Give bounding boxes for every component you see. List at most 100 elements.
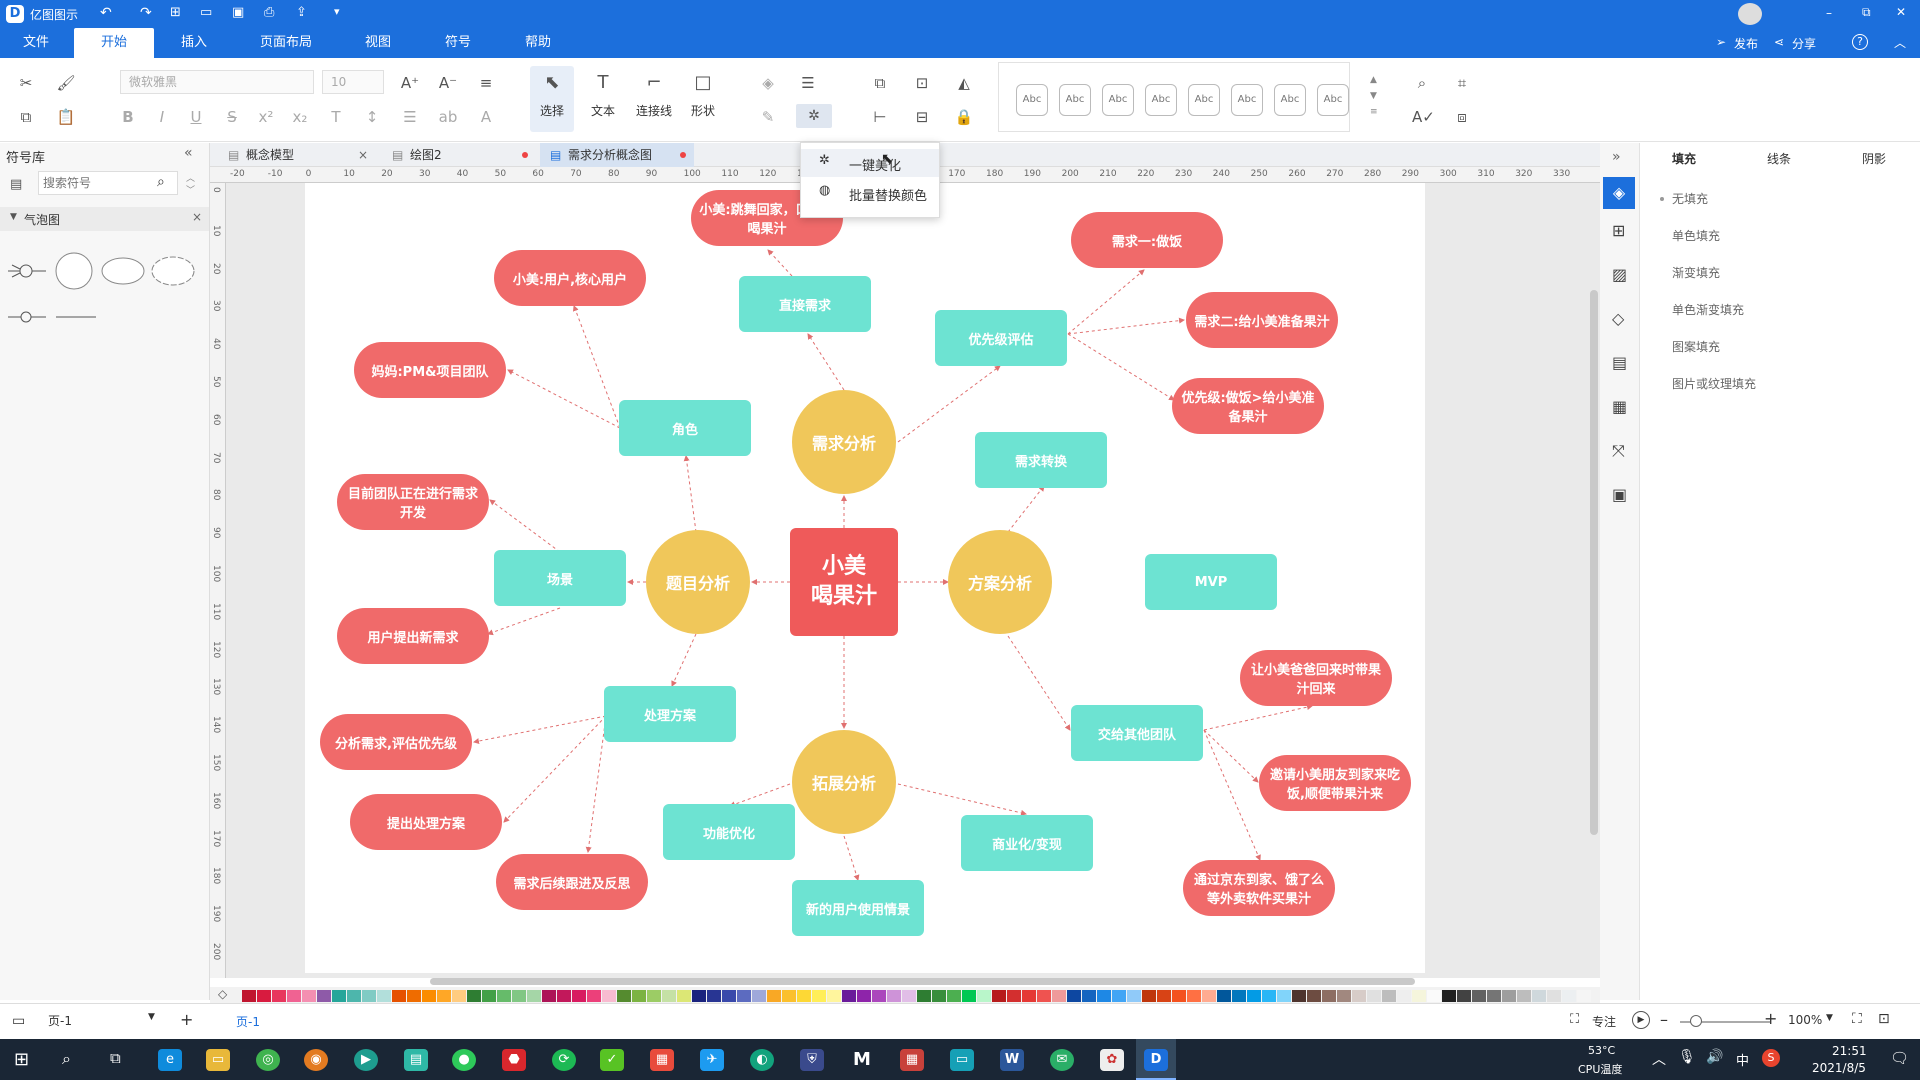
color-swatch[interactable] [947,990,961,1002]
format-painter-icon[interactable]: 🖌 [56,74,76,92]
color-swatch[interactable] [1382,990,1396,1002]
symbol-cloud[interactable] [150,253,196,289]
hub-topic-analysis[interactable]: 题目分析 [646,530,750,634]
symbol-bubble-connector[interactable] [4,257,48,285]
camera-app-icon[interactable]: ◐ [750,1049,774,1071]
text-case-icon[interactable]: ab [438,108,458,126]
node-user-new-need[interactable]: 用户提出新需求 [337,608,489,664]
line-spacing-icon[interactable]: ↕ [362,108,382,126]
color-swatch[interactable] [1262,990,1276,1002]
edraw-icon[interactable]: D [1144,1049,1168,1071]
expand-arrow-icon[interactable]: ▼ [10,212,17,222]
style-swatch[interactable]: Abc [1188,84,1220,116]
notification-icon[interactable]: 🗨 [1890,1049,1909,1067]
symbol-ellipse[interactable] [100,255,146,287]
file-explorer-icon[interactable]: ▭ [206,1049,230,1071]
color-swatch[interactable] [902,990,916,1002]
color-swatch[interactable] [1307,990,1321,1002]
line-color-icon[interactable]: ✎ [758,108,778,126]
flip-icon[interactable]: ◭ [954,74,974,92]
node-invite-friend[interactable]: 邀请小美朋友到家来吃饭,顺便带果汁来 [1259,755,1411,811]
node-direct-need[interactable]: 直接需求 [739,276,871,332]
color-swatch[interactable] [1112,990,1126,1002]
center-node[interactable]: 小美 喝果汁 [790,528,898,636]
replace-shape-icon[interactable]: ⧈ [1452,108,1472,126]
bullet-list-icon[interactable]: ☰ [400,108,420,126]
zoom-level[interactable]: 100% [1788,1013,1822,1027]
spell-check-icon[interactable]: A✓ [1412,108,1435,126]
style-swatch[interactable]: Abc [1274,84,1306,116]
select-tool-label[interactable]: 选择 [532,102,572,119]
shrink-font-icon[interactable]: A⁻ [438,74,458,92]
sogou-icon[interactable]: S [1762,1049,1780,1067]
color-swatch[interactable] [1157,990,1171,1002]
font-family-select[interactable]: 微软雅黑 [120,70,314,94]
redo-icon[interactable]: ↷ [140,5,152,21]
node-dad-bring-juice[interactable]: 让小美爸爸回来时带果汁回来 [1240,650,1392,706]
presentation-panel-icon[interactable]: ▣ [1612,485,1627,504]
color-swatch[interactable] [1037,990,1051,1002]
format-tab-line[interactable]: 线条 [1767,150,1791,167]
wechat-icon[interactable]: ✉ [1050,1049,1074,1071]
paste-icon[interactable]: 📋 [56,108,76,126]
copy-icon[interactable]: ⧉ [16,108,36,126]
fit-page-icon[interactable]: ⛶ [1852,1011,1862,1027]
hub-expansion-analysis[interactable]: 拓展分析 [792,730,896,834]
color-swatch[interactable] [347,990,361,1002]
user-avatar[interactable] [1738,3,1762,25]
color-swatch[interactable] [872,990,886,1002]
color-swatch[interactable] [1142,990,1156,1002]
color-swatch[interactable] [1022,990,1036,1002]
new-file-icon[interactable]: ⊞ [170,5,181,20]
node-propose-plan[interactable]: 提出处理方案 [350,794,502,850]
text-style-icon[interactable]: T [326,108,346,126]
node-analyze-need[interactable]: 分析需求,评估优先级 [320,714,472,770]
color-swatch[interactable] [407,990,421,1002]
page-thumbnail-icon[interactable]: ▭ [12,1013,25,1029]
windows-start-icon[interactable]: ⊞ [14,1049,29,1070]
recorder-icon[interactable]: ● [452,1049,476,1071]
color-swatch[interactable] [332,990,346,1002]
beautify-button-active[interactable]: ✲ [796,104,832,128]
zoom-slider-thumb[interactable] [1690,1015,1702,1027]
color-swatch[interactable] [992,990,1006,1002]
zoom-in-icon[interactable]: + [1764,1009,1777,1028]
color-swatch[interactable] [257,990,271,1002]
color-swatch[interactable] [1337,990,1351,1002]
color-swatch[interactable] [962,990,976,1002]
color-swatch[interactable] [1247,990,1261,1002]
bird-app-icon[interactable]: ✈ [700,1049,724,1071]
fill-color-icon[interactable]: ◈ [758,74,778,92]
style-swatch[interactable]: Abc [1231,84,1263,116]
fill-option-gradient[interactable]: 渐变填充 [1672,264,1720,281]
strikethrough-icon[interactable]: S [222,108,242,126]
style-swatch[interactable]: Abc [1102,84,1134,116]
color-swatch[interactable] [617,990,631,1002]
color-swatch[interactable] [632,990,646,1002]
color-swatch[interactable] [1277,990,1291,1002]
play-icon[interactable]: ▶ [1632,1011,1650,1029]
style-swatch[interactable]: Abc [1016,84,1048,116]
tab-home[interactable]: 开始 [74,28,154,58]
color-swatch[interactable] [377,990,391,1002]
fill-option-single-gradient[interactable]: 单色渐变填充 [1672,301,1744,318]
page-tab-1[interactable]: 页-1 [236,1013,260,1030]
app-green-leaf-icon[interactable]: ⟳ [552,1049,576,1071]
node-handling-plan[interactable]: 处理方案 [604,686,736,742]
node-feature-optimization[interactable]: 功能优化 [663,804,795,860]
color-swatch[interactable] [572,990,586,1002]
ime-indicator[interactable]: 中 [1736,1050,1749,1069]
color-swatch[interactable] [242,990,256,1002]
style-swatch[interactable]: Abc [1059,84,1091,116]
color-swatch[interactable] [932,990,946,1002]
connector-tool-label[interactable]: 连接线 [634,102,674,119]
node-follow-up[interactable]: 需求后续跟进及反思 [496,854,648,910]
tab-help[interactable]: 帮助 [516,28,560,58]
color-swatch[interactable] [1457,990,1471,1002]
library-menu-icon[interactable]: ▤ [10,177,22,192]
close-tab-icon[interactable]: × [358,143,368,167]
find-replace-icon[interactable]: ⌕ [1412,74,1432,92]
hub-requirement-analysis[interactable]: 需求分析 [792,390,896,494]
shape-tool-icon[interactable]: □ [693,74,713,92]
microphone-icon[interactable]: 🎙 [1678,1049,1696,1065]
